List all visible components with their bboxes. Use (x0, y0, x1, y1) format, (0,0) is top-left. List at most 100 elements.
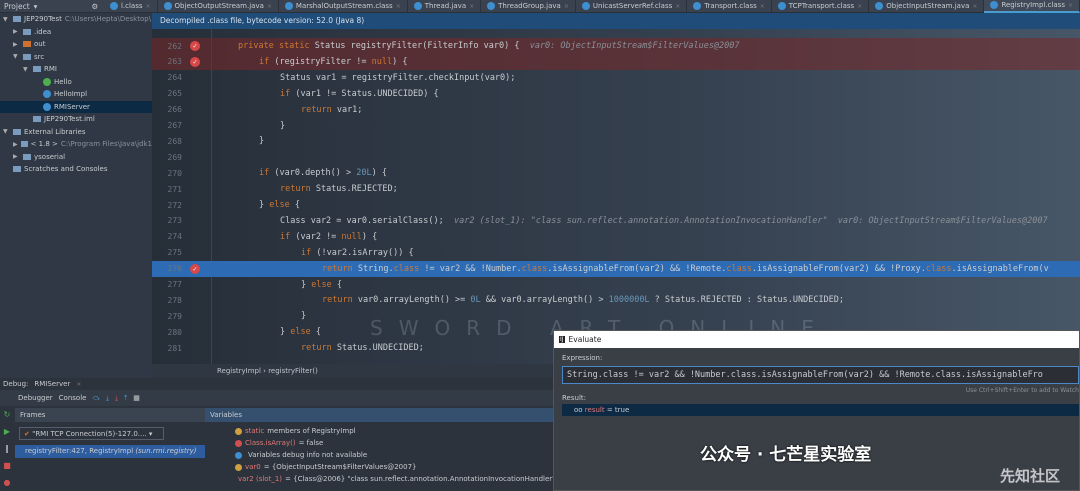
gear-icon[interactable]: ⚙ (91, 2, 98, 11)
expand-arrow-icon[interactable]: ▼ (23, 66, 30, 73)
thread-select[interactable]: ✔ "RMI TCP Connection(5)-127.0.... ▾ (19, 427, 164, 440)
code-text: } else { (259, 200, 300, 210)
close-icon[interactable]: × (469, 3, 474, 10)
editor-tab[interactable]: RegistryImpl.class × (984, 0, 1080, 13)
code-token: private static (238, 41, 315, 51)
editor-tab[interactable]: Thread.java × (408, 0, 482, 13)
code-text: Class var2 = var0.serialClass(); var2 (s… (280, 216, 1048, 226)
line-number: 267 (167, 121, 182, 130)
stop-icon[interactable]: ■ (3, 461, 11, 470)
variable-row[interactable]: Variables debug info not available (205, 449, 553, 461)
code-line: 274 if (var2 != null) { (152, 229, 1080, 245)
tree-item[interactable]: JEP290Test.iml (0, 113, 152, 126)
expand-arrow-icon[interactable]: ▶ (13, 28, 20, 35)
editor-tab[interactable]: MarshalOutputStream.class × (279, 0, 408, 13)
code-text: return var0.arrayLength() >= 0L && var0.… (322, 295, 844, 305)
breakpoint-icon[interactable]: ✓ (190, 263, 200, 274)
editor-tab[interactable]: TCPTransport.class × (772, 0, 870, 13)
editor-tab[interactable]: Transport.class × (687, 0, 772, 13)
tab-label: TCPTransport.class (788, 2, 855, 10)
rerun-icon[interactable]: ↻ (4, 410, 11, 419)
code-token: var1; (336, 104, 363, 115)
tree-item[interactable]: ▶ < 1.8 > C:\Program Files\Java\jdk1 (0, 138, 152, 151)
close-icon[interactable]: × (1068, 2, 1073, 9)
close-icon[interactable]: × (267, 3, 272, 10)
expand-arrow-icon[interactable]: ▼ (3, 16, 10, 23)
variable-row[interactable]: var2 (slot_1) = {Class@2006} "class sun.r… (205, 473, 555, 485)
breakpoints-icon[interactable]: ● (4, 478, 11, 487)
tree-item[interactable]: RMIServer (0, 100, 152, 113)
inline-debug-hint: var0: ObjectInputStream$FilterValues@200… (529, 41, 740, 51)
editor-tab[interactable]: UnicastServerRef.class × (576, 0, 688, 13)
debug-config-tab[interactable]: RMIServer (34, 380, 70, 388)
tree-item[interactable]: ▶ out (0, 38, 152, 51)
code-token: return (301, 104, 337, 115)
close-icon[interactable]: × (857, 3, 862, 10)
code-token: (!var2.isArray()) { (316, 247, 414, 258)
tree-item-label: .idea (34, 27, 52, 36)
tree-item[interactable]: ▼ RMI (0, 63, 152, 76)
tree-item[interactable]: HelloImpl (0, 88, 152, 101)
pause-icon[interactable]: ‖ (5, 444, 9, 453)
tree-item-label: < 1.8 > (30, 140, 58, 149)
line-number: 280 (167, 327, 182, 337)
line-number: 273 (167, 216, 182, 226)
step-into-icon[interactable]: ⤓ (106, 394, 109, 403)
class-icon (43, 90, 51, 99)
tab-label: UnicastServerRef.class (592, 2, 673, 10)
tree-item[interactable]: ▼ External Libraries (0, 126, 152, 139)
expand-arrow-icon[interactable]: ▶ (13, 141, 18, 148)
expand-arrow-icon[interactable]: ▶ (13, 41, 20, 48)
editor-tab[interactable]: ObjectInputStream.java × (869, 0, 985, 13)
editor-tab[interactable]: ThreadGroup.java × (481, 0, 576, 13)
project-tool-header[interactable]: Project ▾ ⚙ (0, 2, 104, 11)
class-file-icon (163, 2, 172, 10)
close-icon[interactable]: × (564, 3, 569, 10)
tree-item[interactable]: ▶ .idea (0, 26, 152, 39)
close-icon[interactable]: × (146, 3, 151, 10)
evaluate-icon[interactable]: ▦ (133, 394, 140, 402)
force-step-into-icon[interactable]: ⤓ (115, 394, 118, 403)
expand-arrow-icon[interactable]: ▼ (3, 128, 10, 135)
step-out-icon[interactable]: ⤒ (124, 394, 127, 403)
tab-label: ThreadGroup.java (498, 2, 561, 10)
code-token: return (322, 295, 358, 306)
tree-item-label: JEP290Test.iml (44, 115, 95, 124)
resume-icon[interactable]: ▶ (4, 427, 10, 436)
tree-item[interactable]: Hello (0, 76, 152, 89)
close-icon[interactable]: × (760, 3, 765, 10)
line-number: 271 (167, 184, 182, 194)
tab-console[interactable]: Console (59, 394, 87, 402)
tree-item[interactable]: ▼ JEP290Test C:\Users\Hepta\Desktop\ (0, 13, 152, 26)
expression-input[interactable]: String.class != var2 && !Number.class.is… (562, 366, 1079, 384)
variable-row[interactable]: static members of RegistryImpl (205, 425, 553, 437)
breakpoint-icon[interactable]: ✓ (190, 41, 200, 51)
close-icon[interactable]: × (396, 3, 401, 10)
editor-tab[interactable]: ObjectOutputStream.java × (158, 0, 279, 13)
line-number: 276 (167, 264, 182, 274)
frame-item[interactable]: registryFilter:427, RegistryImpl (sun.rm… (15, 445, 205, 458)
code-token: .isAssignableFrom(var2) && !Remote. (547, 263, 727, 274)
line-number: 279 (167, 311, 182, 321)
editor-tab[interactable]: l.class × (104, 0, 158, 13)
tree-item[interactable]: ▼ src (0, 51, 152, 64)
tree-item[interactable]: ▶ ysoserial (0, 151, 152, 164)
code-editor[interactable]: 262 ✓ private static Status registryFilter… (152, 29, 1080, 364)
expand-arrow-icon[interactable]: ▼ (13, 53, 20, 60)
result-row[interactable]: oo result = true (562, 404, 1079, 416)
tree-item[interactable]: Scratches and Consoles (0, 163, 152, 176)
breadcrumb-class[interactable]: RegistryImpl (217, 367, 261, 375)
close-icon[interactable]: × (972, 3, 977, 10)
code-token: .isAssignableFrom(var2) && !Proxy. (751, 263, 926, 274)
expand-arrow-icon[interactable]: ▶ (13, 153, 20, 160)
code-token: } (259, 136, 265, 147)
breadcrumb-method[interactable]: registryFilter() (268, 367, 318, 375)
line-number: 262 (167, 41, 182, 51)
tab-debugger[interactable]: Debugger (18, 394, 53, 402)
breakpoint-icon[interactable]: ✓ (190, 56, 200, 67)
variable-row[interactable]: var0 = {ObjectInputStream$FilterValues@20… (205, 461, 553, 473)
close-icon[interactable]: × (675, 3, 680, 10)
code-token: Status.UNDECIDED; (336, 343, 424, 354)
step-over-icon[interactable]: ⤼ (92, 394, 99, 403)
variable-row[interactable]: Class.isArray() = false (205, 437, 553, 449)
